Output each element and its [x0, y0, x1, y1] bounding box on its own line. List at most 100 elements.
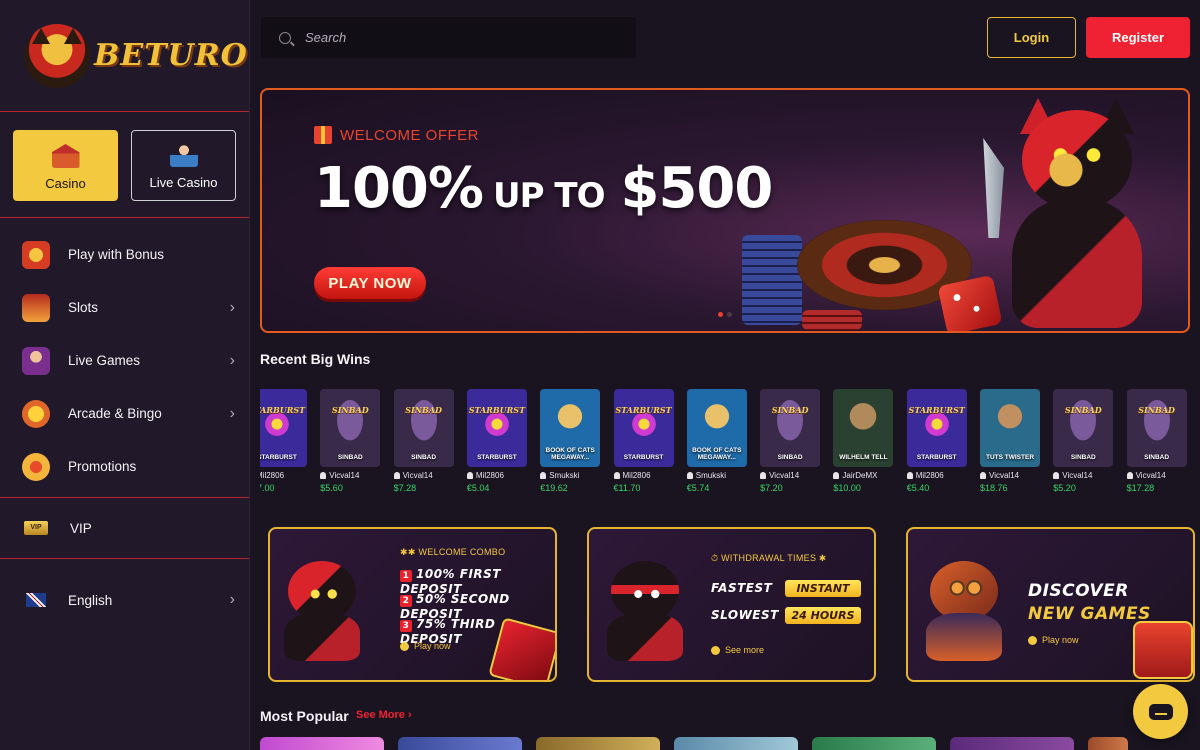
winner-user: Vicval14: [393, 471, 454, 480]
recent-win-card[interactable]: STARBURST STARBURST Mil2806 €27.00: [260, 389, 307, 493]
live-casino-mode-button[interactable]: Live Casino: [131, 130, 236, 201]
sidebar-item-live-games[interactable]: Live Games ›: [0, 334, 249, 387]
play-now-button[interactable]: PLAY NOW: [314, 267, 426, 299]
game-thumbnail[interactable]: STARBURST STARBURST: [466, 389, 527, 467]
discover-line-1: DISCOVER: [1028, 581, 1129, 601]
game-thumbnail[interactable]: STARBURST STARBURST: [906, 389, 967, 467]
cat-head: [1022, 110, 1132, 210]
winner-username: Mil2806: [260, 471, 285, 480]
promo-card-discover-games[interactable]: DISCOVER NEW GAMES Play now: [906, 527, 1195, 682]
slider-dot-active[interactable]: [718, 312, 723, 317]
game-thumbnail[interactable]: [674, 737, 798, 750]
search-input[interactable]: [305, 30, 605, 45]
combo-number-badge: 3: [400, 620, 412, 632]
sidebar-item-slots[interactable]: Slots ›: [0, 281, 249, 334]
recent-win-card[interactable]: STARBURST STARBURST Mil2806 €11.70: [613, 389, 674, 493]
cat-head: [288, 561, 356, 621]
game-thumbnail[interactable]: [950, 737, 1074, 750]
arcade-icon: [22, 399, 50, 428]
win-amount: €19.62: [540, 483, 568, 493]
game-thumbnail[interactable]: BOOK OF CATS MEGAWAY...: [540, 389, 601, 467]
vip-card-icon: VIP: [24, 521, 48, 535]
discover-line-2: NEW GAMES: [1028, 604, 1151, 624]
recent-win-card[interactable]: BOOK OF CATS MEGAWAY... Smukski €19.62: [540, 389, 601, 493]
game-thumbnail[interactable]: SINBAD SINBAD: [1053, 389, 1114, 467]
recent-win-card[interactable]: STARBURST STARBURST Mil2806 €5.40: [906, 389, 967, 493]
recent-win-card[interactable]: STARBURST STARBURST Mil2806 €5.04: [466, 389, 527, 493]
hero-headline-amount: $500: [620, 156, 773, 221]
winner-user: Vicval14: [760, 471, 820, 480]
recent-win-card[interactable]: SINBAD SINBAD Vicval14 $17.28: [1126, 389, 1187, 493]
casino-chips-image: [802, 310, 862, 330]
withdrawal-see-more-link[interactable]: See more: [711, 645, 764, 655]
game-thumbnail[interactable]: [536, 737, 660, 750]
game-logo: STARBURST: [260, 405, 306, 415]
register-button[interactable]: Register: [1086, 17, 1190, 58]
hero-banner[interactable]: WELCOME OFFER 100% UP TO $500 PLAY NOW: [260, 88, 1190, 333]
user-icon: [320, 472, 327, 479]
user-icon: [1126, 472, 1133, 479]
winner-user: Vicval14: [1053, 471, 1113, 480]
brand-logo[interactable]: BETURO: [0, 0, 249, 112]
game-thumbnail[interactable]: SINBAD SINBAD: [760, 389, 821, 467]
game-thumbnail[interactable]: WILHELM TELL: [833, 389, 894, 467]
sidebar-item-play-with-bonus[interactable]: Play with Bonus: [0, 228, 249, 281]
promo-card-welcome-combo[interactable]: ✱✱ WELCOME COMBO 1 100% FIRST DEPOSIT 2 50…: [268, 527, 557, 682]
recent-win-card[interactable]: BOOK OF CATS MEGAWAY... Smukski €5.74: [686, 389, 747, 493]
knife-image: [983, 138, 1004, 238]
cat-mascot-icon: [24, 23, 90, 88]
game-thumbnail[interactable]: [398, 737, 522, 750]
game-thumbnail[interactable]: STARBURST STARBURST: [260, 389, 307, 467]
game-thumbnail[interactable]: SINBAD SINBAD: [320, 389, 381, 467]
slider-dots: [718, 312, 732, 317]
login-button[interactable]: Login: [987, 17, 1076, 58]
game-name: SINBAD: [777, 453, 803, 461]
search-icon: [279, 31, 291, 44]
winner-username: Vicval14: [1135, 471, 1166, 480]
recent-win-card[interactable]: SINBAD SINBAD Vicval14 $5.60: [320, 389, 381, 493]
win-amount: $7.28: [393, 483, 417, 493]
cat-body: [926, 613, 1002, 661]
chevron-right-icon: ›: [229, 351, 235, 369]
cat-body: [1012, 198, 1142, 328]
game-thumbnail[interactable]: [812, 737, 936, 750]
withdrawal-tag-label: WITHDRAWAL TIMES: [721, 553, 817, 563]
hero-headline-percent: 100%: [314, 156, 484, 221]
recent-win-card[interactable]: WILHELM TELL JairDeMX $10.00: [833, 389, 894, 493]
slider-dot[interactable]: [727, 312, 732, 317]
combo-number-badge: 2: [400, 595, 412, 607]
game-name: TUTS TWISTER: [985, 453, 1035, 461]
language-selector[interactable]: English ›: [0, 559, 249, 641]
winner-user: Vicval14: [980, 471, 1040, 480]
game-thumbnail[interactable]: SINBAD SINBAD: [1126, 389, 1187, 467]
recent-win-card[interactable]: TUTS TWISTER Vicval14 $18.76: [980, 389, 1040, 493]
see-more-link[interactable]: See More ›: [356, 709, 412, 721]
winner-username: Mil2806: [475, 471, 504, 480]
live-chat-button[interactable]: [1133, 684, 1188, 739]
cat-body: [607, 613, 683, 661]
recent-win-card[interactable]: SINBAD SINBAD Vicval14 $7.28: [393, 389, 454, 493]
combo-play-now-link[interactable]: Play now: [400, 641, 451, 651]
discover-play-now-link[interactable]: Play now: [1028, 635, 1079, 645]
sidebar-item-arcade-bingo[interactable]: Arcade & Bingo ›: [0, 387, 249, 440]
game-thumbnail[interactable]: [260, 737, 384, 750]
game-thumbnail[interactable]: STARBURST STARBURST: [613, 389, 674, 467]
sidebar-item-vip[interactable]: VIP VIP: [0, 498, 249, 558]
recent-win-card[interactable]: SINBAD SINBAD Vicval14 $7.20: [760, 389, 821, 493]
game-thumbnail[interactable]: [1088, 737, 1128, 750]
fastest-value-pill: INSTANT: [785, 580, 861, 597]
sidebar-item-promotions[interactable]: Promotions: [0, 440, 249, 493]
game-thumbnail[interactable]: TUTS TWISTER: [980, 389, 1040, 467]
fastest-label: FASTEST: [711, 581, 773, 595]
coin-icon: [711, 645, 720, 655]
game-thumbnail[interactable]: BOOK OF CATS MEGAWAY...: [686, 389, 747, 467]
live-dealer-icon: [169, 143, 198, 167]
game-logo: SINBAD: [1064, 405, 1102, 415]
game-thumbnail[interactable]: SINBAD SINBAD: [393, 389, 454, 467]
casino-mode-button[interactable]: Casino: [13, 130, 118, 201]
gift-icon: [314, 126, 332, 144]
slot-machine-icon: [22, 293, 50, 322]
recent-win-card[interactable]: SINBAD SINBAD Vicval14 $5.20: [1053, 389, 1114, 493]
live-dealer-icon: [22, 346, 50, 375]
promo-card-withdrawal-times[interactable]: ⏱ WITHDRAWAL TIMES ✱ FASTEST INSTANT SLO…: [587, 527, 876, 682]
